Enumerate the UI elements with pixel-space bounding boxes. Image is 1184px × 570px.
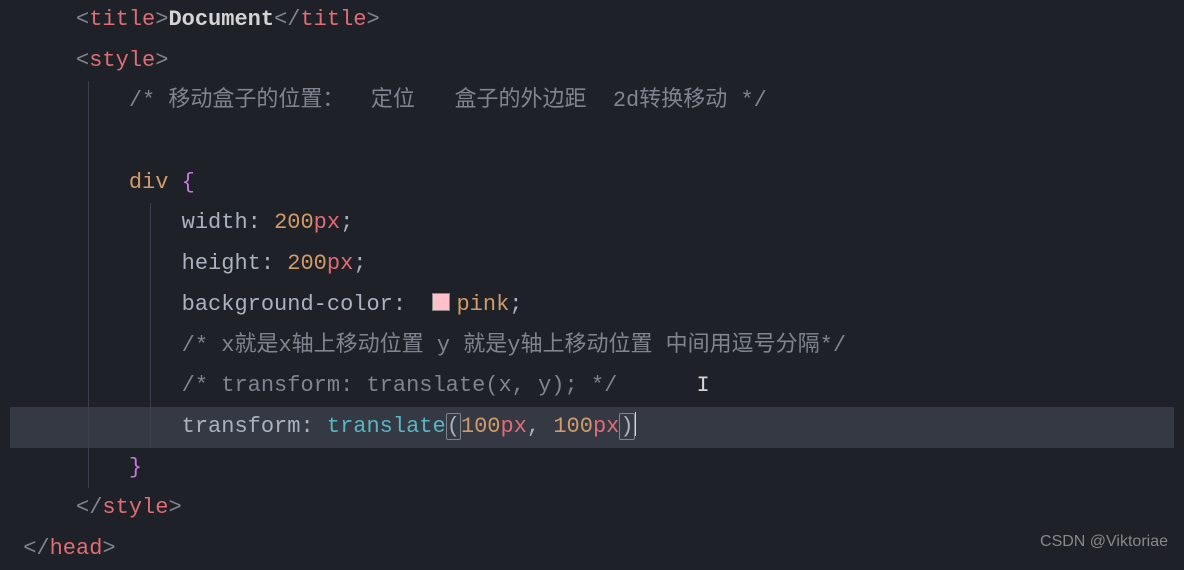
unit: px <box>327 251 353 276</box>
comment: /* x就是x轴上移动位置 y 就是y轴上移动位置 中间用逗号分隔*/ <box>182 333 846 358</box>
number: 200 <box>274 210 314 235</box>
css-property: transform <box>182 414 301 439</box>
code-line[interactable]: height: 200px; <box>10 244 1174 285</box>
tag-bracket: > <box>168 495 181 520</box>
tag-bracket: > <box>155 48 168 73</box>
semicolon: ; <box>509 292 522 317</box>
tag-bracket: < <box>76 7 89 32</box>
code-line[interactable] <box>10 122 1174 163</box>
semicolon: ; <box>340 210 353 235</box>
semicolon: ; <box>353 251 366 276</box>
colon: : <box>261 251 287 276</box>
number: 200 <box>287 251 327 276</box>
tag-name: style <box>102 495 168 520</box>
css-selector: div <box>129 170 169 195</box>
number: 100 <box>461 414 501 439</box>
colon: : <box>300 414 326 439</box>
code-line-active[interactable]: transform: translate(100px, 100px) <box>10 407 1174 448</box>
text-cursor-icon: I <box>697 366 710 407</box>
css-property: height <box>182 251 261 276</box>
tag-bracket: </ <box>76 495 102 520</box>
code-area[interactable]: <title>Document</title> <style> /* 移动盒子的… <box>10 0 1174 570</box>
code-line[interactable]: </style> <box>10 488 1174 529</box>
cursor-icon <box>635 412 636 436</box>
code-line[interactable]: div { <box>10 163 1174 204</box>
code-line[interactable]: <style> <box>10 41 1174 82</box>
tag-bracket: < <box>76 48 89 73</box>
code-line[interactable]: background-color: pink; <box>10 285 1174 326</box>
watermark: CSDN @Viktoriae <box>1040 533 1168 551</box>
unit: px <box>501 414 527 439</box>
unit: px <box>593 414 619 439</box>
unit: px <box>314 210 340 235</box>
code-editor[interactable]: <title>Document</title> <style> /* 移动盒子的… <box>0 0 1184 570</box>
brace: { <box>168 170 194 195</box>
brace: } <box>129 455 142 480</box>
comment: /* transform: translate(x, y); */ <box>182 373 618 398</box>
code-line[interactable]: /* transform: translate(x, y); */ I <box>10 366 1174 407</box>
code-line[interactable]: </head> <box>10 529 1174 570</box>
code-line[interactable]: <title>Document</title> <box>10 0 1174 41</box>
color-swatch-icon[interactable] <box>432 293 450 311</box>
tag-bracket: > <box>155 7 168 32</box>
tag-name: title <box>300 7 366 32</box>
code-line[interactable]: } <box>10 448 1174 489</box>
css-property: background-color <box>182 292 393 317</box>
paren-open: ( <box>446 413 461 440</box>
code-line[interactable]: /* x就是x轴上移动位置 y 就是y轴上移动位置 中间用逗号分隔*/ <box>10 326 1174 367</box>
tag-name: title <box>89 7 155 32</box>
css-property: width <box>182 210 248 235</box>
css-color-value: pink <box>456 292 509 317</box>
tag-name: head <box>50 536 103 561</box>
comma: , <box>527 414 553 439</box>
tag-bracket: </ <box>23 536 49 561</box>
css-function: translate <box>327 414 446 439</box>
paren-close: ) <box>619 413 634 440</box>
tag-bracket: > <box>102 536 115 561</box>
code-line[interactable]: width: 200px; <box>10 203 1174 244</box>
tag-bracket: </ <box>274 7 300 32</box>
tag-name: style <box>89 48 155 73</box>
colon: : <box>393 292 433 317</box>
tag-bracket: > <box>366 7 379 32</box>
text-content: Document <box>168 7 274 32</box>
colon: : <box>248 210 274 235</box>
comment: /* 移动盒子的位置： 定位 盒子的外边距 2d转换移动 */ <box>129 88 767 113</box>
code-line[interactable]: /* 移动盒子的位置： 定位 盒子的外边距 2d转换移动 */ <box>10 81 1174 122</box>
number: 100 <box>553 414 593 439</box>
